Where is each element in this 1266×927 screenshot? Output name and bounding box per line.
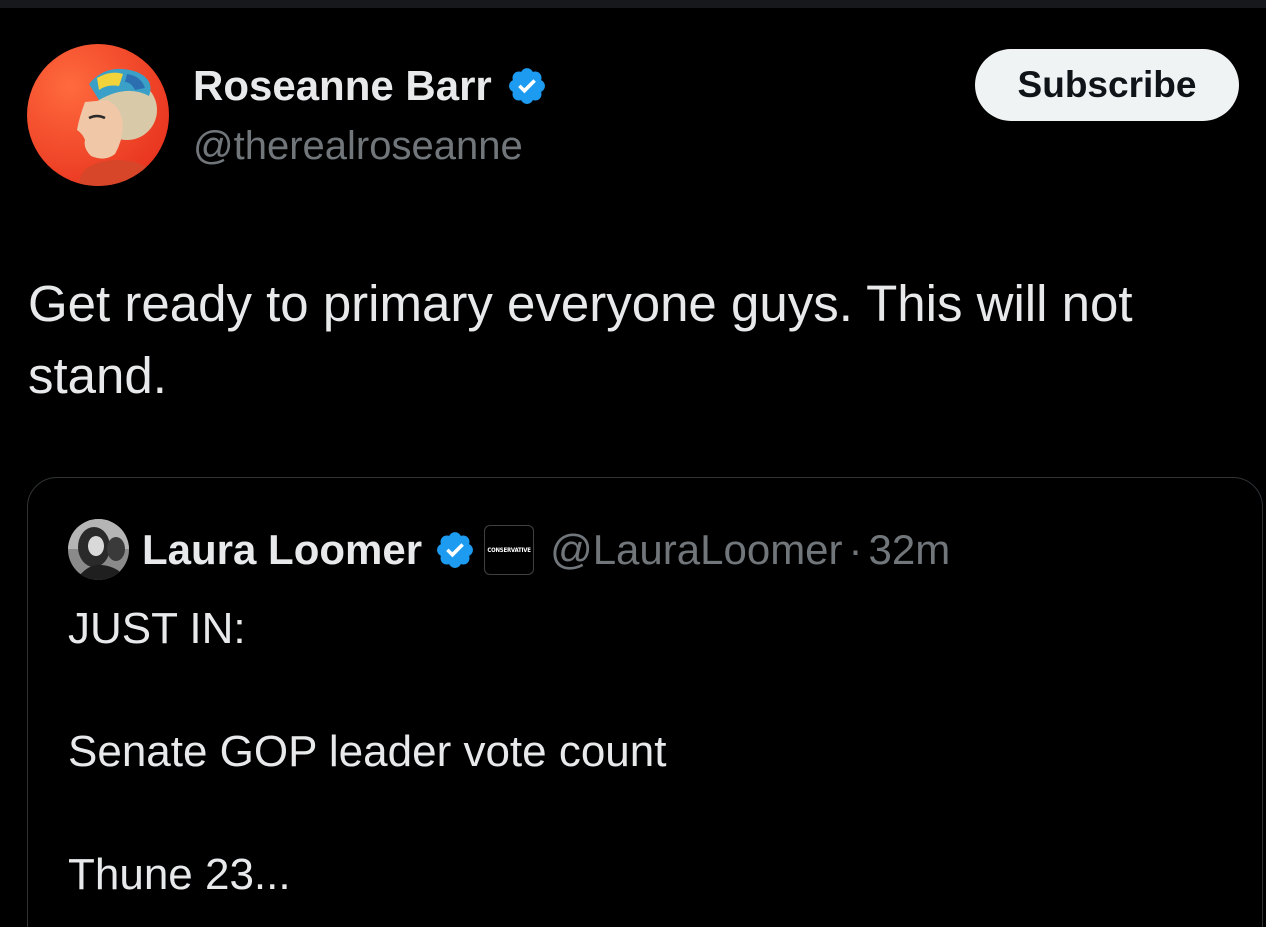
quoted-avatar-image <box>68 519 129 580</box>
quoted-tweet-line: JUST IN: <box>68 604 246 653</box>
avatar-image <box>27 44 169 186</box>
quoted-tweet-header[interactable]: Laura Loomer CONSERVATIVE @LauraLoomer ·… <box>142 523 950 577</box>
author-avatar[interactable] <box>27 44 169 186</box>
quoted-author-name[interactable]: Laura Loomer <box>142 526 422 574</box>
quoted-tweet-timestamp[interactable]: 32m <box>869 526 951 574</box>
quoted-tweet-line: Thune 23... <box>68 850 291 899</box>
quoted-author-handle[interactable]: @LauraLoomer <box>550 526 842 574</box>
top-divider <box>0 0 1266 8</box>
verified-badge-icon[interactable] <box>506 65 548 107</box>
quoted-tweet-line: Senate GOP leader vote count <box>68 727 667 776</box>
author-name-row[interactable]: Roseanne Barr <box>193 62 548 110</box>
quoted-author-avatar[interactable] <box>68 519 129 580</box>
verified-badge-icon[interactable] <box>434 529 476 571</box>
author-name: Roseanne Barr <box>193 62 492 109</box>
author-handle[interactable]: @therealroseanne <box>193 124 523 169</box>
handle-time-separator: · <box>848 526 863 573</box>
subscribe-button[interactable]: Subscribe <box>975 49 1239 121</box>
affiliate-badge-text: CONSERVATIVE <box>487 546 531 554</box>
tweet-text: Get ready to primary everyone guys. This… <box>28 275 1133 404</box>
affiliate-badge-icon[interactable]: CONSERVATIVE <box>484 525 535 575</box>
